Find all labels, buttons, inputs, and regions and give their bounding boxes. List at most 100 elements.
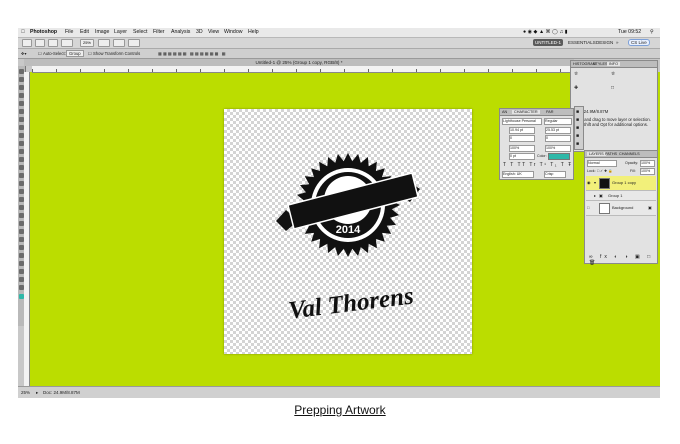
character-panel-tabs: AN CHARACTER PAR [500, 109, 573, 116]
zoom-level-select[interactable]: 25% [80, 39, 94, 47]
font-size-field[interactable]: 10.94 pt [509, 127, 535, 134]
menu-edit[interactable]: Edit [80, 29, 89, 35]
menubar-clock: Tue 09:52 [618, 29, 642, 35]
auto-select-label: Auto-Select: [43, 51, 66, 56]
status-zoom[interactable]: 25% [21, 390, 30, 395]
workspace-untitled-button[interactable]: UNTITLED-1 [533, 39, 564, 46]
dock-icon-3[interactable]: ■ [576, 125, 579, 131]
workspace-essentials-button[interactable]: ESSENTIALS [566, 39, 598, 46]
move-tool-preset-icon[interactable]: ✥▾ [21, 51, 27, 56]
arrange-documents-button[interactable] [113, 39, 125, 47]
badge-year-text: 2014 [336, 224, 361, 236]
cs-live-button[interactable]: CS Live [628, 39, 650, 46]
visibility-eye-icon[interactable]: ◉ [587, 180, 591, 185]
show-transform-label: Show Transform Controls [93, 51, 141, 56]
menu-layer[interactable]: Layer [114, 29, 127, 35]
application-bar: 25% UNTITLED-1 ESSENTIALS DESIGN » CS Li… [18, 38, 660, 49]
font-family-select[interactable]: Lighthouse Personal [502, 118, 542, 125]
panel-dock: ■ ■ ■ ■ ■ [574, 106, 584, 150]
menu-analysis[interactable]: Analysis [171, 29, 190, 35]
view-extras-button[interactable] [61, 39, 73, 47]
color-sampler-icon: ✮ [574, 71, 579, 77]
layer-thumbnail [599, 203, 610, 214]
menu-window[interactable]: Window [224, 29, 242, 35]
character-panel: AN CHARACTER PAR Lighthouse Personal Reg… [499, 108, 574, 180]
text-style-buttons[interactable]: T T TT Tr T¹ T₁ T Ŧ [503, 162, 573, 168]
dock-icon-4[interactable]: ■ [576, 133, 579, 139]
apple-icon[interactable]:  [21, 29, 25, 35]
collapse-arrow-icon[interactable]: ▸ [594, 193, 596, 198]
color-label: Color: [537, 154, 547, 158]
tracking-field[interactable]: 0 [545, 135, 571, 142]
artwork-svg: 2014 Val Thorens [276, 153, 420, 325]
baseline-shift-field[interactable]: 0 pt [509, 153, 535, 160]
dock-icon-2[interactable]: ■ [576, 117, 579, 123]
anti-alias-select[interactable]: Crisp [544, 171, 566, 178]
mini-bridge-button[interactable] [48, 39, 58, 47]
menu-image[interactable]: Image [95, 29, 109, 35]
layers-panel-tabs: LAYERS PATHS CHANNELS [585, 151, 657, 158]
horizontal-scale-field[interactable]: 100% [545, 145, 571, 152]
tab-paragraph[interactable]: PAR [546, 110, 554, 114]
more-workspaces-icon[interactable]: » [614, 39, 621, 46]
kerning-field[interactable]: 0 [509, 135, 535, 142]
folder-icon: ▣ [599, 193, 603, 198]
lock-icons[interactable]: □✓✚🔒 [597, 169, 614, 173]
menu-file[interactable]: File [65, 29, 73, 35]
crosshair-icon: ✚ [574, 85, 579, 91]
leading-field[interactable]: 25.53 pt [545, 127, 571, 134]
menu-view[interactable]: View [208, 29, 219, 35]
tab-channels[interactable]: CHANNELS [619, 152, 640, 156]
auto-select-dropdown[interactable]: Group [66, 50, 84, 57]
lock-label: Lock: [587, 169, 596, 173]
tab-paths[interactable]: PATHS [605, 152, 617, 156]
spotlight-icon[interactable]: ⚲ [650, 29, 654, 35]
text-color-swatch[interactable] [548, 153, 570, 160]
tab-animation[interactable]: AN [502, 110, 507, 114]
layer-row-group-1-copy[interactable]: ◉ ▾ Group 1 copy [586, 176, 656, 191]
layer-name: Group 1 [608, 193, 623, 198]
layer-name: Group 1 copy [612, 180, 637, 185]
screen-mode-button[interactable] [128, 39, 140, 47]
tab-styles[interactable]: STYLES [593, 62, 608, 66]
status-bar: 25% ▸ Doc: 24.9M/8.87M [18, 386, 660, 398]
bridge-button[interactable] [35, 39, 45, 47]
hand-tool-button[interactable] [98, 39, 110, 47]
fill-field[interactable]: 100% [640, 168, 655, 175]
font-style-select[interactable]: Regular [544, 118, 572, 125]
workspace-design-button[interactable]: DESIGN [594, 39, 615, 46]
dock-icon-1[interactable]: ■ [576, 109, 579, 115]
opacity-field[interactable]: 100% [640, 160, 655, 167]
status-arrow-icon[interactable]: ▸ [36, 390, 38, 396]
tab-character[interactable]: CHARACTER [512, 110, 540, 114]
visibility-box-icon[interactable]: □ [587, 205, 589, 210]
vertical-ruler [24, 72, 30, 392]
photoshop-window:  Photoshop File Edit Image Layer Select… [18, 28, 660, 398]
document-title-tab[interactable]: Untitled-1 @ 25% (Group 1 copy, RGB/8) * [24, 59, 574, 66]
horizontal-ruler [32, 66, 574, 73]
mountain-logo: 2014 [276, 153, 420, 257]
options-bar: ✥▾ ☐ Auto-Select: Group ☐ Show Transform… [18, 49, 660, 59]
menu-help[interactable]: Help [248, 29, 259, 35]
auto-select-checkbox[interactable]: ☐ [38, 51, 42, 56]
vertical-scale-field[interactable]: 100% [509, 145, 535, 152]
blend-mode-select[interactable]: Normal [587, 160, 617, 167]
script-headline-text: Val Thorens [287, 282, 415, 324]
layers-footer-icons[interactable]: ∞ fx ◐ ◑ ▣ □ 🗑 [589, 254, 657, 266]
menu-select[interactable]: Select [133, 29, 147, 35]
language-select[interactable]: English: UK [502, 171, 534, 178]
menu-bar:  Photoshop File Edit Image Layer Select… [18, 28, 660, 38]
menu-3d[interactable]: 3D [196, 29, 203, 35]
layer-row-group-1[interactable]: ▸ ▣ Group 1 [586, 191, 656, 201]
app-name-menu[interactable]: Photoshop [30, 29, 57, 35]
menu-filter[interactable]: Filter [153, 29, 165, 35]
layer-row-background[interactable]: □ Background ▣ [586, 201, 656, 216]
tab-info[interactable]: INFO [607, 62, 621, 66]
tab-layers[interactable]: LAYERS [587, 152, 606, 156]
document-canvas[interactable]: 2014 Val Thorens [224, 109, 472, 354]
color-sampler-icon-2: ✮ [611, 71, 616, 77]
align-buttons[interactable]: ▦▦▦▦▦▦ ▦▦▦▦▦▦ ▦ [158, 51, 227, 56]
expand-arrow-icon[interactable]: ▾ [594, 180, 596, 185]
show-transform-checkbox[interactable]: ☐ [88, 51, 92, 56]
dock-icon-5[interactable]: ■ [576, 141, 579, 147]
